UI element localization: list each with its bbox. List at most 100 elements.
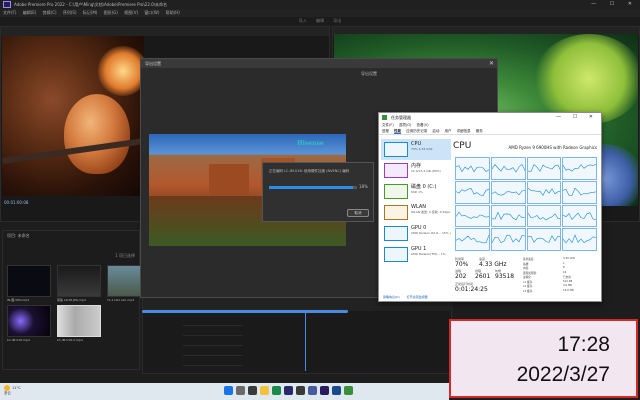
media-thumb[interactable] (107, 265, 141, 297)
track-row[interactable] (183, 319, 243, 326)
spec-value: 16 (563, 270, 567, 274)
media-thumb[interactable] (7, 265, 51, 297)
task-manager-icon (382, 115, 387, 120)
spec-value: 4.0 MB (563, 284, 572, 287)
molten-glass (64, 94, 130, 174)
close-icon[interactable]: ✕ (489, 59, 494, 68)
logical-processor-graph (455, 228, 490, 251)
task-manager-window-buttons[interactable]: — ☐ ✕ (556, 113, 598, 122)
clock-date[interactable]: 2022/3/27 (517, 363, 610, 387)
timeline-playhead[interactable] (305, 311, 306, 371)
menu-view[interactable]: 视图(V) (124, 10, 138, 15)
media-encoder-icon[interactable] (332, 386, 341, 395)
tm-menu-file[interactable]: 文件(F) (382, 123, 394, 127)
menu-clip[interactable]: 剪辑(C) (43, 10, 57, 15)
media-thumb[interactable] (7, 305, 51, 337)
task-manager-footer: 简略信息(D) 打开资源监视器 (383, 295, 434, 299)
menu-marker[interactable]: 标记(M) (83, 10, 98, 15)
tab-startup[interactable]: 启动 (432, 129, 439, 133)
edge-icon[interactable] (272, 386, 281, 395)
media-thumb-label: LC-IM-V16.mp4 (7, 338, 30, 342)
logical-processor-graph (455, 157, 490, 180)
menu-help[interactable]: 帮助(H) (166, 10, 180, 15)
spec-label: L2 缓存: (523, 285, 533, 288)
search-icon[interactable] (236, 386, 245, 395)
project-title: 项目: 未命名 (7, 233, 30, 238)
task-manager-taskbar-icon[interactable] (344, 386, 353, 395)
track-row[interactable] (183, 349, 243, 356)
menu-file[interactable]: 文件(F) (3, 10, 16, 15)
memory-mini-graph (384, 163, 408, 178)
cancel-button[interactable]: 取消 (347, 209, 369, 217)
xbox-icon[interactable] (296, 386, 305, 395)
timeline-panel[interactable] (142, 296, 453, 374)
perf-item-sub: 12.0/15.2 GB (80%) (411, 169, 441, 173)
cpu-detail-pane: CPU AMD Ryzen 9 6900HS with Radeon Graph… (453, 139, 599, 299)
weather-widget[interactable]: 11°C 多云 (4, 385, 21, 396)
media-thumb-label: LC-IM-V16-2.mp4 (57, 338, 83, 342)
tab-performance[interactable]: 性能 (394, 129, 402, 134)
tab-app-history[interactable]: 应用历史记录 (406, 129, 427, 133)
perf-item-sub: SSD 1% (411, 190, 423, 194)
open-resource-monitor-link[interactable]: 打开资源监视器 (407, 295, 428, 299)
menu-sequence[interactable]: 序列(S) (63, 10, 77, 15)
cpu-mini-graph (384, 142, 408, 157)
media-thumb[interactable] (57, 305, 101, 337)
tm-menu-options[interactable]: 选项(O) (399, 123, 412, 127)
menu-edit[interactable]: 编辑(E) (23, 10, 37, 15)
source-timecode: 00:01:00:08 (4, 200, 29, 205)
premiere-taskbar-icon[interactable] (320, 386, 329, 395)
fewer-details-link[interactable]: 简略信息(D) (383, 295, 400, 299)
premiere-titlebar: Adobe Premiere Pro 2022 - C:\用户\Ming\文档\… (0, 0, 640, 9)
tab-processes[interactable]: 进程 (382, 129, 389, 133)
workspace-import[interactable]: 导入 (299, 18, 307, 23)
encoding-progress-dialog: 正在编码 LC-IM-V16: 使用硬件加速 (NVENC) 编码 18% 取消 (262, 162, 374, 222)
perf-item-gpu1[interactable]: GPU 1 AMD Radeon(TM)... 1% (381, 244, 451, 265)
cpu-model-name: AMD Ryzen 9 6900HS with Radeon Graphics (508, 145, 597, 150)
menu-graphics[interactable]: 图形(G) (104, 10, 118, 15)
spec-value: 8 (563, 266, 565, 269)
logical-processor-graph (490, 157, 526, 180)
start-icon[interactable] (224, 386, 233, 395)
logical-processor-graph (526, 228, 562, 251)
task-view-icon[interactable] (248, 386, 257, 395)
task-manager-tabs: 进程 性能 应用历史记录 启动 用户 详细信息 服务 (379, 128, 601, 135)
tm-menu-view[interactable]: 查看(V) (417, 123, 429, 127)
steam-icon[interactable] (308, 386, 317, 395)
perf-item-gpu0[interactable]: GPU 0 AMD Radeon RX 6... 15% (75 °C) (381, 223, 451, 244)
track-row[interactable] (183, 339, 243, 346)
perf-item-sub: 70% 4.33 GHz (411, 147, 433, 151)
logical-processor-graph (562, 180, 597, 204)
tab-services[interactable]: 服务 (476, 129, 483, 133)
clock-time[interactable]: 17:28 (557, 333, 610, 357)
source-monitor-tabs (1, 27, 329, 36)
tab-users[interactable]: 用户 (445, 129, 452, 133)
perf-item-sub: WLAN 发送: 0 接收: 0 Kbps (411, 210, 450, 214)
file-explorer-icon[interactable] (260, 386, 269, 395)
premiere-window-buttons[interactable]: — ☐ ✕ (591, 0, 638, 9)
perf-item-disk[interactable]: 磁盘 0 (C:) SSD 1% (381, 181, 451, 202)
encoding-progress-track (269, 186, 357, 189)
timeline-zoom-scrollbar[interactable] (142, 310, 348, 313)
weather-temp: 11°C (12, 386, 21, 390)
task-manager-window: 任务管理器 — ☐ ✕ 文件(F) 选项(O) 查看(V) 进程 性能 应用历史… (378, 112, 602, 302)
track-row[interactable] (183, 359, 243, 366)
encoding-title: 正在编码 LC-IM-V16: 使用硬件加速 (NVENC) 编码 (269, 169, 350, 173)
media-thumb-label: YL-1 LR1 sim.mp4 (107, 298, 135, 302)
tab-details[interactable]: 详细信息 (457, 129, 471, 133)
media-thumb[interactable] (57, 265, 101, 297)
speed-value: 4.33 GHz (479, 261, 507, 268)
perf-item-wlan[interactable]: WLAN WLAN 发送: 0 接收: 0 Kbps (381, 202, 451, 223)
perf-item-memory[interactable]: 内存 12.0/15.2 GB (80%) (381, 160, 451, 181)
menu-window[interactable]: 窗口(W) (144, 10, 159, 15)
spec-label: 虚拟化: (523, 276, 532, 279)
perf-item-cpu[interactable]: CPU 70% 4.33 GHz (381, 139, 451, 160)
logical-processor-graph (526, 157, 562, 180)
logical-processor-graph (562, 157, 597, 180)
spec-value: 已启用 (563, 276, 571, 279)
workspace-edit[interactable]: 编辑 (316, 18, 324, 23)
track-row[interactable] (183, 329, 243, 336)
logical-processor-graph (455, 180, 490, 204)
store-icon[interactable] (284, 386, 293, 395)
workspace-export[interactable]: 导出 (333, 18, 341, 23)
